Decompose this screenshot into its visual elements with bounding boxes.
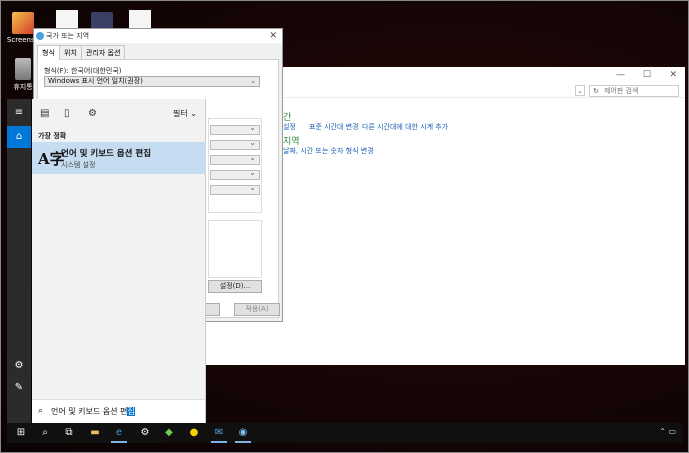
- link-add-clock[interactable]: 다른 시간대에 대한 시계 추가: [362, 122, 448, 132]
- globe-icon: [36, 32, 44, 40]
- hamburger-menu-icon[interactable]: ≡: [7, 102, 31, 124]
- additional-settings-button[interactable]: 설정(D)...: [208, 280, 262, 293]
- address-dropdown[interactable]: ⌄: [575, 85, 585, 96]
- feedback-icon[interactable]: ✎: [7, 377, 31, 399]
- dialog-title-bar: 국가 또는 지역 ✕: [34, 29, 282, 43]
- format-select[interactable]: Windows 표시 언어 일치(권장) ⌄: [44, 76, 260, 87]
- home-icon[interactable]: ⌂: [7, 126, 31, 148]
- search-panel-toolbar: ▤ ▯ ⚙ 필터 ⌄: [32, 99, 205, 127]
- mail-icon[interactable]: ✉: [207, 423, 231, 443]
- refresh-icon[interactable]: ↻: [593, 86, 599, 96]
- result-subtitle: 시스템 설정: [61, 161, 96, 169]
- long-date-select[interactable]: [210, 138, 260, 150]
- settings-icon[interactable]: ⚙: [133, 423, 157, 443]
- start-icon[interactable]: ⊞: [9, 423, 33, 443]
- search-icon: ⌕: [38, 406, 44, 416]
- kakaotalk-icon[interactable]: ●: [182, 423, 206, 443]
- best-match-label: 가장 정확: [38, 132, 67, 140]
- apply-button[interactable]: 적용(A): [234, 303, 280, 316]
- search-icon[interactable]: ⌕: [33, 423, 57, 443]
- apps-icon[interactable]: ▤: [40, 108, 49, 119]
- region-icon[interactable]: ◉: [231, 423, 255, 443]
- dialog-title: 국가 또는 지역: [46, 32, 90, 40]
- tab-location[interactable]: 위치: [59, 45, 82, 59]
- system-tray[interactable]: ⌃ ▭: [659, 427, 676, 436]
- edge-icon[interactable]: e: [107, 423, 131, 443]
- file-explorer-icon[interactable]: ▬: [83, 423, 107, 443]
- close-button[interactable]: ✕: [669, 70, 677, 80]
- chevron-down-icon: ⌄: [190, 109, 197, 118]
- chevron-up-icon[interactable]: ⌃: [659, 427, 666, 436]
- app-icon[interactable]: ◆: [157, 423, 181, 443]
- screenshot-icon: [12, 12, 34, 34]
- best-match-result[interactable]: A字 언어 및 키보드 옵션 편집 시스템 설정: [32, 142, 206, 174]
- tab-admin[interactable]: 관리자 옵션: [81, 45, 126, 59]
- filter-button[interactable]: 필터 ⌄: [173, 108, 197, 119]
- task-view-icon[interactable]: ⧉: [57, 423, 81, 443]
- desktop-icon-label: 휴지통: [13, 83, 33, 91]
- result-title: 언어 및 키보드 옵션 편집: [61, 149, 152, 159]
- documents-icon[interactable]: ▯: [64, 108, 70, 119]
- link-settings[interactable]: 설정: [283, 122, 296, 132]
- close-icon[interactable]: ✕: [269, 29, 277, 43]
- filter-label: 필터: [173, 109, 188, 118]
- keyboard-icon[interactable]: ▭: [668, 427, 676, 436]
- search-query: 언어 및 키보드 옵션 편집: [51, 406, 135, 417]
- search-box[interactable]: ⌕ 언어 및 키보드 옵션 편집: [32, 399, 205, 423]
- query-text: 언어 및 키보드 옵션 편: [51, 407, 128, 416]
- recycle-bin-icon: [15, 58, 31, 80]
- minimize-button[interactable]: —: [616, 70, 625, 80]
- search-placeholder: 제어판 검색: [604, 87, 639, 95]
- short-time-select[interactable]: [210, 153, 260, 165]
- short-date-select[interactable]: [210, 123, 260, 135]
- web-icon[interactable]: ⚙: [88, 108, 97, 119]
- maximize-button[interactable]: ☐: [643, 70, 651, 80]
- first-day-select[interactable]: [210, 183, 260, 195]
- long-time-select[interactable]: [210, 168, 260, 180]
- chevron-down-icon: ⌄: [250, 77, 256, 85]
- format-value: Windows 표시 언어 일치(권장): [48, 77, 143, 85]
- link-change-timezone[interactable]: 표준 시간대 변경: [309, 122, 359, 132]
- link-change-format[interactable]: 날짜, 시간 또는 숫자 형식 변경: [283, 146, 374, 156]
- format-label: 형식(F): 한국어(대한민국): [44, 67, 122, 75]
- start-rail: ≡ ⌂ ⚙ ✎: [7, 99, 31, 423]
- settings-icon[interactable]: ⚙: [7, 355, 31, 377]
- control-panel-search[interactable]: ↻ 제어판 검색: [589, 85, 679, 97]
- tab-format[interactable]: 형식: [37, 45, 60, 60]
- search-panel: ▤ ▯ ⚙ 필터 ⌄ 가장 정확 A字 언어 및 키보드 옵션 편집 시스템 설…: [32, 99, 206, 423]
- examples-group: [208, 220, 262, 278]
- query-selection: 집: [127, 407, 135, 416]
- taskbar: ⊞ ⌕ ⧉ ▬ e ⚙ ◆ ● ✉ ◉ ⌃ ▭: [7, 423, 682, 443]
